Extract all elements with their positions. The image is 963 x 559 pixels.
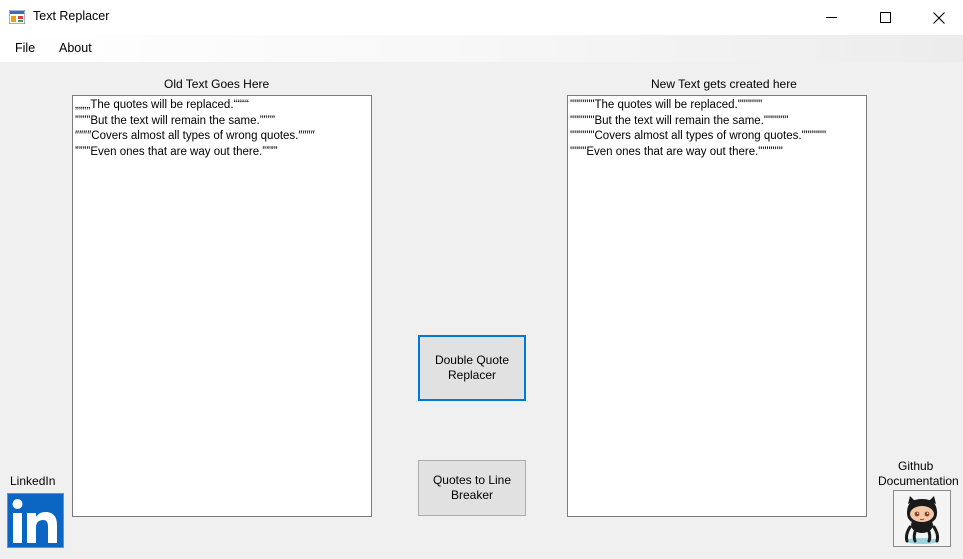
new-text-output[interactable]: """"""The quotes will be replaced.""""""…	[567, 95, 867, 517]
linkedin-logo-icon	[8, 494, 63, 547]
close-icon	[933, 11, 945, 24]
minimize-icon	[825, 17, 837, 18]
old-text-line: ˮˮˮˮEven ones that are way out there.ˮˮˮ…	[75, 145, 278, 158]
old-text-line: „„„„The quotes will be replaced.““““	[75, 99, 249, 111]
window-title: Text Replacer	[33, 9, 110, 23]
new-text-line: """"Even ones that are way out there."""…	[570, 145, 783, 158]
double-quote-replacer-label: Double Quote Replacer	[434, 353, 510, 382]
double-quote-replacer-button[interactable]: Double Quote Replacer	[418, 335, 526, 401]
github-documentation-button[interactable]	[893, 490, 951, 547]
menu-bar: File About	[0, 35, 963, 62]
github-octocat-icon	[894, 491, 950, 546]
quotes-to-line-breaker-label: Quotes to Line Breaker	[432, 473, 512, 502]
new-text-label: New Text gets created here	[651, 77, 797, 91]
github-label: Github	[898, 459, 934, 473]
quotes-to-line-breaker-button[interactable]: Quotes to Line Breaker	[418, 460, 526, 516]
menu-about[interactable]: About	[59, 41, 92, 55]
documentation-label: Documentation	[878, 474, 959, 488]
old-text-input[interactable]: „„„„The quotes will be replaced.““““ ”””…	[72, 95, 372, 517]
close-button[interactable]	[916, 0, 962, 35]
linkedin-button[interactable]	[7, 493, 64, 548]
new-text-line: """"""But the text will remain the same.…	[570, 114, 789, 127]
minimize-button[interactable]	[808, 0, 854, 35]
old-text-label: Old Text Goes Here	[164, 77, 270, 91]
old-text-line: ″″″″Covers almost all types of wrong quo…	[75, 130, 315, 142]
maximize-icon	[879, 12, 891, 23]
new-text-line: """"""Covers almost all types of wrong q…	[570, 130, 827, 142]
title-bar: Text Replacer	[0, 0, 963, 35]
maximize-button[interactable]	[862, 0, 908, 35]
menu-file[interactable]: File	[15, 41, 35, 55]
linkedin-label: LinkedIn	[10, 474, 56, 488]
new-text-line: """"""The quotes will be replaced.""""""	[570, 99, 763, 111]
old-text-line: ””””But the text will remain the same.””…	[75, 114, 276, 127]
windows-forms-app-icon	[9, 10, 25, 24]
